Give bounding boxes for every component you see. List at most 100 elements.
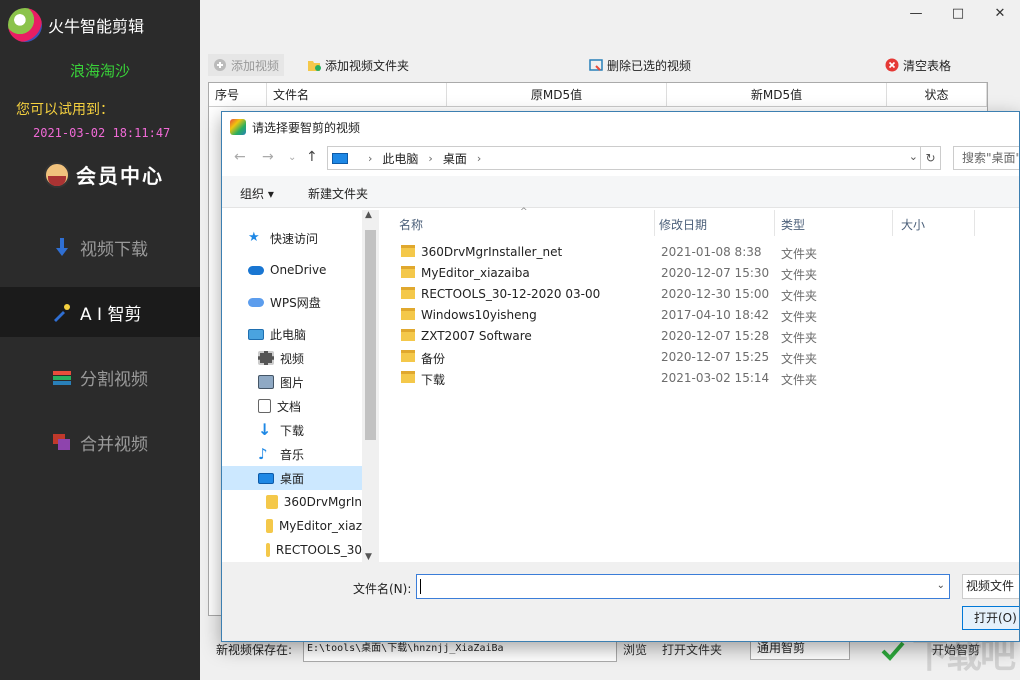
breadcrumb-this-pc[interactable]: 此电脑 xyxy=(382,150,418,167)
file-name: ZXT2007 Software xyxy=(421,329,532,343)
forward-arrow-icon[interactable]: → xyxy=(262,149,274,165)
tree-item-desktop[interactable]: 桌面 xyxy=(222,466,362,490)
tree-scrollbar-thumb[interactable] xyxy=(365,230,376,440)
file-date: 2020-12-30 15:00 xyxy=(661,287,769,301)
nav-item-split-video[interactable]: 分割视频 xyxy=(0,352,200,402)
recent-dropdown-icon[interactable]: ⌄ xyxy=(288,152,296,163)
file-row[interactable]: Windows10yisheng 2017-04-10 18:42 文件夹 xyxy=(382,305,1020,326)
filename-input[interactable]: ⌄ xyxy=(416,574,950,599)
download-icon: ↓ xyxy=(258,423,274,437)
tree-label: 360DrvMgrIn xyxy=(284,495,362,509)
video-icon xyxy=(258,351,274,365)
dialog-title: 请选择要智剪的视频 xyxy=(252,119,360,136)
tree-item-folder[interactable]: MyEditor_xiaz xyxy=(222,514,362,538)
open-button[interactable]: 打开(O) xyxy=(962,606,1020,630)
tree-item-pictures[interactable]: 图片 xyxy=(222,370,362,394)
tree-item-wps[interactable]: WPS网盘 xyxy=(222,290,362,314)
nav-item-merge-video[interactable]: 合并视频 xyxy=(0,417,200,467)
clear-table-label: 清空表格 xyxy=(903,57,951,74)
refresh-icon[interactable]: ↻ xyxy=(920,147,940,169)
scroll-down-icon[interactable]: ▼ xyxy=(365,552,372,562)
tree-label: 下载 xyxy=(280,422,304,439)
brand: 火牛智能剪辑 xyxy=(8,8,144,42)
tree-item-folder[interactable]: 360DrvMgrIn xyxy=(222,490,362,514)
address-dropdown-icon[interactable]: ⌄ xyxy=(909,150,918,163)
nav-item-video-download[interactable]: 视频下载 xyxy=(0,222,200,272)
tree-item-quick-access[interactable]: ★ 快速访问 xyxy=(222,226,362,250)
file-type: 文件夹 xyxy=(781,266,817,283)
file-date: 2021-01-08 8:38 xyxy=(661,245,762,259)
col-filename[interactable]: 文件名 xyxy=(267,83,447,106)
chevron-down-icon[interactable]: ⌄ xyxy=(937,580,945,591)
file-row[interactable]: MyEditor_xiazaiba 2020-12-07 15:30 文件夹 xyxy=(382,263,1020,284)
tree-item-music[interactable]: ♪ 音乐 xyxy=(222,442,362,466)
add-video-button[interactable]: 添加视频 xyxy=(208,54,284,76)
tree-label: RECTOOLS_30 xyxy=(276,543,362,557)
col-name[interactable]: 名称 xyxy=(399,216,423,233)
folder-icon xyxy=(401,371,415,383)
nav-item-label: A I 智剪 xyxy=(80,300,141,325)
star-icon: ★ xyxy=(248,231,264,245)
vip-center-button[interactable]: 会员中心 xyxy=(44,160,164,189)
tree-item-downloads[interactable]: ↓ 下载 xyxy=(222,418,362,442)
file-name: 下载 xyxy=(421,371,445,388)
command-bar: 组织 ▾ 新建文件夹 xyxy=(222,176,1020,208)
file-name: MyEditor_xiazaiba xyxy=(421,266,530,280)
computer-icon xyxy=(248,329,264,340)
back-arrow-icon[interactable]: ← xyxy=(234,149,246,165)
open-folder-button[interactable]: 打开文件夹 xyxy=(662,641,722,658)
file-row[interactable]: RECTOOLS_30-12-2020 03-00 2020-12-30 15:… xyxy=(382,284,1020,305)
table-header: 序号 文件名 原MD5值 新MD5值 状态 xyxy=(209,83,987,107)
tree-item-documents[interactable]: 文档 xyxy=(222,394,362,418)
up-arrow-icon[interactable]: ↑ xyxy=(306,149,318,165)
folder-icon xyxy=(401,266,415,278)
address-bar[interactable]: › 此电脑 › 桌面 › ⌄ ↻ xyxy=(327,146,941,170)
close-button[interactable]: ✕ xyxy=(980,6,1020,28)
new-folder-button[interactable]: 新建文件夹 xyxy=(308,185,368,202)
tree-label: 音乐 xyxy=(280,446,304,463)
folder-icon xyxy=(401,350,415,362)
folder-icon xyxy=(401,287,415,299)
sort-up-icon: ^ xyxy=(520,207,528,217)
tree-scrollbar[interactable]: ▲ ▼ xyxy=(362,210,379,562)
tree-label: 快速访问 xyxy=(270,230,318,247)
file-date: 2020-12-07 15:25 xyxy=(661,350,769,364)
file-type: 文件夹 xyxy=(781,329,817,346)
file-type-filter[interactable]: 视频文件 xyxy=(962,574,1020,599)
breadcrumb-desktop[interactable]: 桌面 xyxy=(443,150,467,167)
minimize-button[interactable]: — xyxy=(896,6,936,28)
tree-item-this-pc[interactable]: 此电脑 xyxy=(222,322,362,346)
file-row[interactable]: 备份 2020-12-07 15:25 文件夹 xyxy=(382,347,1020,368)
add-folder-button[interactable]: 添加视频文件夹 xyxy=(302,54,414,76)
file-row[interactable]: ZXT2007 Software 2020-12-07 15:28 文件夹 xyxy=(382,326,1020,347)
tree-item-onedrive[interactable]: OneDrive xyxy=(222,258,362,282)
file-type: 文件夹 xyxy=(781,308,817,325)
search-input[interactable]: 搜索"桌面" xyxy=(953,146,1020,170)
browse-button[interactable]: 浏览 xyxy=(623,641,647,658)
delete-selected-button[interactable]: 删除已选的视频 xyxy=(584,54,696,76)
tree-item-folder[interactable]: RECTOOLS_30 xyxy=(222,538,362,562)
folder-add-icon xyxy=(307,58,321,72)
col-status[interactable]: 状态 xyxy=(887,83,987,106)
tree-item-videos[interactable]: 视频 xyxy=(222,346,362,370)
file-row[interactable]: 下载 2021-03-02 15:14 文件夹 xyxy=(382,368,1020,389)
file-open-dialog: 请选择要智剪的视频 ← → ⌄ ↑ › 此电脑 › 桌面 › ⌄ ↻ 搜索"桌面… xyxy=(221,111,1020,642)
file-name: RECTOOLS_30-12-2020 03-00 xyxy=(421,287,600,301)
col-date[interactable]: 修改日期 xyxy=(659,216,707,233)
maximize-button[interactable]: □ xyxy=(938,6,978,28)
file-type: 文件夹 xyxy=(781,245,817,262)
tree-label: 图片 xyxy=(280,374,304,391)
cloud-icon xyxy=(248,298,264,307)
nav-item-ai-edit[interactable]: A I 智剪 xyxy=(0,287,200,337)
col-original-md5[interactable]: 原MD5值 xyxy=(447,83,667,106)
organize-button[interactable]: 组织 ▾ xyxy=(240,185,274,202)
col-index[interactable]: 序号 xyxy=(209,83,267,106)
file-row[interactable]: 360DrvMgrInstaller_net 2021-01-08 8:38 文… xyxy=(382,242,1020,263)
col-new-md5[interactable]: 新MD5值 xyxy=(667,83,887,106)
col-size[interactable]: 大小 xyxy=(901,216,925,233)
vip-center-label: 会员中心 xyxy=(76,160,164,189)
col-type[interactable]: 类型 xyxy=(781,216,805,233)
tree-label: 桌面 xyxy=(280,470,304,487)
scroll-up-icon[interactable]: ▲ xyxy=(365,210,372,220)
clear-table-button[interactable]: 清空表格 xyxy=(880,54,956,76)
